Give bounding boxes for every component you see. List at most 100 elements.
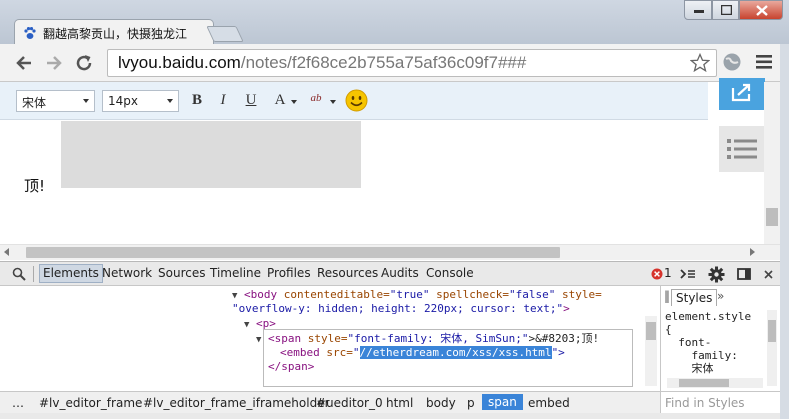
embedded-object <box>61 121 361 188</box>
close-window-button[interactable] <box>739 0 783 20</box>
url-path: /notes/f2f68ce2b755a75af36c09f7### <box>240 53 527 72</box>
breadcrumb-item[interactable]: html <box>386 396 413 410</box>
back-icon[interactable] <box>13 52 35 74</box>
tab-resources[interactable]: Resources <box>317 266 378 280</box>
title-bar: 翻越高黎贡山，快摄独龙江 <box>0 0 789 45</box>
dom-node-embed[interactable]: <embed src="//etherdream.com/xss/xss.htm… <box>280 346 565 359</box>
breadcrumb-item[interactable]: #ueditor_0 <box>316 396 383 410</box>
bold-button[interactable]: B <box>188 92 206 110</box>
browser-tab[interactable]: 翻越高黎贡山，快摄独龙江 <box>14 19 214 45</box>
browser-toolbar: lvyou.baidu.com/notes/f2f68ce2b755a75af3… <box>0 44 789 82</box>
dom-scrollbar[interactable] <box>645 316 657 386</box>
maximize-button[interactable] <box>712 0 739 20</box>
breadcrumb: … #lv_editor_frame #lv_editor_frame_ifra… <box>0 391 660 413</box>
vertical-scrollbar[interactable] <box>764 82 780 244</box>
address-bar[interactable]: lvyou.baidu.com/notes/f2f68ce2b755a75af3… <box>107 49 717 77</box>
forward-icon[interactable] <box>43 52 65 74</box>
new-tab-button[interactable] <box>206 26 244 42</box>
emoji-smiley-icon[interactable] <box>345 89 368 112</box>
font-family-value: 宋体 <box>22 96 47 110</box>
dom-node-body-style: "overflow-y: hidden; height: 220px; curs… <box>232 302 570 315</box>
breadcrumb-item[interactable]: #lv_editor_frame <box>39 396 142 410</box>
horizontal-scrollbar[interactable] <box>0 244 780 260</box>
dom-node-span-close[interactable]: </span> <box>268 360 314 373</box>
tab-sources[interactable]: Sources <box>158 266 205 280</box>
italic-button[interactable]: I <box>215 92 231 110</box>
reload-icon[interactable] <box>73 52 95 74</box>
maximize-icon <box>721 5 732 15</box>
pane-separator-icon: ‖ <box>664 289 670 303</box>
close-devtools-icon[interactable] <box>764 270 773 279</box>
find-in-styles-placeholder: Find in Styles <box>665 396 745 410</box>
scrollbar-thumb[interactable] <box>766 208 778 226</box>
content-text: 顶! <box>24 177 46 195</box>
breadcrumb-item-selected[interactable]: span <box>482 394 523 410</box>
tab-profiles[interactable]: Profiles <box>267 266 311 280</box>
menu-icon[interactable] <box>756 55 772 69</box>
bookmark-star-icon[interactable] <box>690 53 710 73</box>
dom-node-body[interactable]: ▼ <body contenteditable="true" spellchec… <box>232 288 602 303</box>
list-button[interactable] <box>719 126 765 172</box>
styles-pane: ‖ Styles » element.style { font- family:… <box>660 286 780 391</box>
list-icon <box>727 139 757 159</box>
font-family-select[interactable]: 宋体 <box>16 90 95 112</box>
highlight-color-button[interactable]: ab <box>306 92 326 110</box>
scrollbar-thumb[interactable] <box>679 379 729 387</box>
scrollbar-thumb[interactable] <box>768 320 776 342</box>
breadcrumb-item[interactable]: #lv_editor_frame_iframeholder <box>143 396 330 410</box>
editor-toolbar: 宋体 14px B I U A ab <box>0 82 708 120</box>
dock-side-icon[interactable] <box>737 268 751 280</box>
share-button[interactable] <box>719 78 765 110</box>
find-in-styles-input[interactable]: Find in Styles <box>660 391 780 413</box>
scrollbar-thumb[interactable] <box>646 322 656 340</box>
devtools-toolbar: Elements Network Sources Timeline Profil… <box>0 261 780 286</box>
baidu-paw-icon <box>24 27 36 39</box>
window-frame <box>780 44 789 419</box>
expanded-triangle-icon[interactable]: ▼ <box>232 291 237 301</box>
error-icon[interactable] <box>651 268 663 280</box>
share-icon <box>731 83 751 102</box>
toolbar-divider <box>33 266 34 282</box>
underline-button[interactable]: U <box>242 92 260 110</box>
expanded-triangle-icon[interactable]: ▼ <box>244 320 249 330</box>
bottom-frame <box>0 413 780 419</box>
inspect-search-icon[interactable] <box>12 267 26 281</box>
close-icon <box>756 5 768 16</box>
error-count[interactable]: 1 <box>664 266 672 280</box>
scrollbar-thumb[interactable] <box>26 247 560 258</box>
settings-gear-icon[interactable] <box>708 266 725 283</box>
breadcrumb-item[interactable]: p <box>467 396 475 410</box>
styles-scrollbar[interactable] <box>767 310 777 386</box>
tab-audits[interactable]: Audits <box>381 266 419 280</box>
font-color-button[interactable]: A <box>272 92 288 110</box>
styles-rule[interactable]: element.style { font- family: 宋体 <box>665 310 751 375</box>
scroll-right-icon[interactable] <box>750 248 755 256</box>
minimize-icon <box>694 10 704 13</box>
tab-elements[interactable]: Elements <box>39 264 103 283</box>
font-size-select[interactable]: 14px <box>102 90 179 112</box>
breadcrumb-item[interactable]: embed <box>528 396 570 410</box>
dom-tree[interactable]: ▼ <body contenteditable="true" spellchec… <box>0 286 660 391</box>
tab-console[interactable]: Console <box>426 266 474 280</box>
scroll-left-icon[interactable] <box>4 248 9 256</box>
chevron-down-icon[interactable] <box>330 100 336 104</box>
extension-globe-icon[interactable] <box>722 52 742 72</box>
console-drawer-icon[interactable] <box>680 267 696 281</box>
chevron-down-icon <box>83 99 89 103</box>
embed-src-selection[interactable]: //etherdream.com/xss/xss.html <box>359 346 552 359</box>
chevron-down-icon[interactable] <box>291 100 297 104</box>
more-tabs-icon[interactable]: » <box>717 289 724 303</box>
dom-node-span[interactable]: ▼ <span style="font-family: 宋体, SimSun;"… <box>256 332 599 347</box>
chevron-down-icon <box>167 99 173 103</box>
expanded-triangle-icon[interactable]: ▼ <box>256 335 261 345</box>
minimize-button[interactable] <box>684 0 712 20</box>
tab-styles[interactable]: Styles <box>671 289 718 306</box>
font-size-value: 14px <box>108 94 138 108</box>
editor-content[interactable]: 顶! <box>0 120 708 260</box>
url-host: lvyou.baidu.com <box>118 53 241 72</box>
styles-hscrollbar[interactable] <box>667 378 763 388</box>
tab-network[interactable]: Network <box>102 266 152 280</box>
breadcrumb-more[interactable]: … <box>12 396 24 410</box>
tab-timeline[interactable]: Timeline <box>210 266 261 280</box>
breadcrumb-item[interactable]: body <box>426 396 456 410</box>
